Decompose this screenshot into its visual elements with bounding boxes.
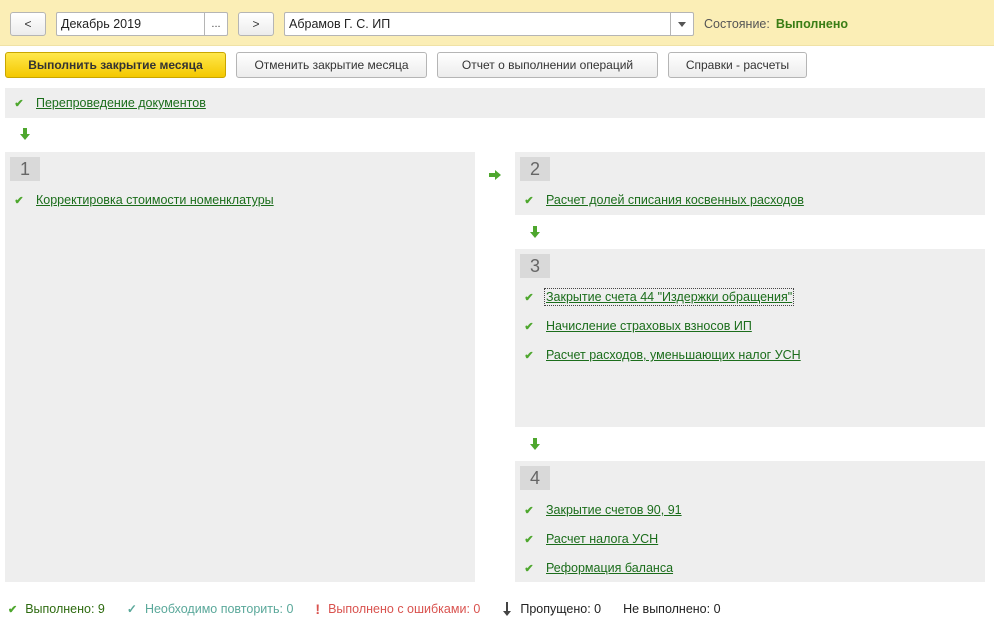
summary-skipped: Пропущено: 0 bbox=[502, 602, 601, 616]
arrow-down-icon bbox=[503, 602, 512, 616]
insurance-contributions-link[interactable]: Начисление страховых взносов ИП bbox=[546, 319, 752, 333]
exclamation-icon: ! bbox=[315, 601, 321, 617]
state-indicator: Состояние: Выполнено bbox=[704, 12, 848, 36]
green-arrow-right-icon bbox=[489, 170, 501, 180]
chevron-down-icon bbox=[678, 21, 686, 27]
check-icon: ✔ bbox=[14, 97, 24, 110]
stage-1-panel bbox=[5, 152, 475, 582]
reposting-documents-link[interactable]: Перепроведение документов bbox=[36, 96, 206, 110]
period-field[interactable]: Декабрь 2019 ... bbox=[56, 12, 228, 36]
close-accounts-90-91-link[interactable]: Закрытие счетов 90, 91 bbox=[546, 503, 682, 517]
state-label: Состояние: bbox=[704, 17, 770, 31]
operation-row: ✔ Расчет расходов, уменьшающих налог УСН bbox=[522, 347, 801, 363]
green-arrow-down-icon bbox=[530, 226, 540, 238]
stage-2-number: 2 bbox=[520, 157, 550, 181]
summary-not-done: Не выполнено: 0 bbox=[623, 602, 720, 616]
stage-1-number: 1 bbox=[10, 157, 40, 181]
operation-row: ✔ Закрытие счета 44 "Издержки обращения" bbox=[522, 288, 795, 306]
check-outline-icon: ✓ bbox=[126, 602, 137, 616]
summary-repeat: ✓ Необходимо повторить: 0 bbox=[127, 602, 294, 616]
organization-value: Абрамов Г. С. ИП bbox=[289, 17, 391, 31]
check-icon: ✔ bbox=[524, 194, 534, 207]
summary-done-label: Выполнено: 9 bbox=[25, 602, 105, 616]
stage-4-number: 4 bbox=[520, 466, 550, 490]
pre-step-row: ✔ Перепроведение документов bbox=[12, 95, 206, 111]
check-icon: ✔ bbox=[524, 320, 534, 333]
operation-row: ✔ Расчет долей списания косвенных расход… bbox=[522, 192, 804, 208]
stage-3-number: 3 bbox=[520, 254, 550, 278]
summary-errors: ! Выполнено с ошибками: 0 bbox=[315, 601, 480, 617]
operation-row: ✔ Закрытие счетов 90, 91 bbox=[522, 502, 682, 518]
stage-3-panel bbox=[515, 249, 985, 427]
green-arrow-down-icon bbox=[530, 438, 540, 450]
summary-repeat-label: Необходимо повторить: 0 bbox=[144, 602, 294, 616]
balance-reformation-link[interactable]: Реформация баланса bbox=[546, 561, 673, 575]
organization-dropdown-button[interactable] bbox=[670, 13, 693, 35]
operation-row: ✔ Реформация баланса bbox=[522, 560, 673, 576]
check-icon: ✔ bbox=[524, 533, 534, 546]
operation-row: ✔ Корректировка стоимости номенклатуры bbox=[12, 192, 274, 208]
reference-calculations-button[interactable]: Справки - расчеты bbox=[668, 52, 807, 78]
check-icon: ✔ bbox=[524, 504, 534, 517]
cancel-month-close-button[interactable]: Отменить закрытие месяца bbox=[236, 52, 427, 78]
indirect-costs-share-link[interactable]: Расчет долей списания косвенных расходов bbox=[546, 193, 804, 207]
organization-field[interactable]: Абрамов Г. С. ИП bbox=[284, 12, 694, 36]
state-value: Выполнено bbox=[775, 17, 849, 31]
check-icon: ✔ bbox=[8, 603, 18, 616]
usn-tax-calculation-link[interactable]: Расчет налога УСН bbox=[546, 532, 658, 546]
close-account-44-link[interactable]: Закрытие счета 44 "Издержки обращения" bbox=[543, 288, 795, 306]
summary-not-done-label: Не выполнено: 0 bbox=[623, 602, 721, 616]
operation-row: ✔ Расчет налога УСН bbox=[522, 531, 658, 547]
summary-bar: ✔ Выполнено: 9 ✓ Необходимо повторить: 0… bbox=[0, 594, 994, 624]
summary-skipped-label: Пропущено: 0 bbox=[520, 602, 602, 616]
check-icon: ✔ bbox=[14, 194, 24, 207]
check-icon: ✔ bbox=[524, 291, 534, 304]
green-arrow-down-icon bbox=[20, 128, 30, 140]
nomenclature-cost-adjustment-link[interactable]: Корректировка стоимости номенклатуры bbox=[36, 193, 274, 207]
usn-tax-reducing-expenses-link[interactable]: Расчет расходов, уменьшающих налог УСН bbox=[546, 348, 801, 362]
summary-done: ✔ Выполнено: 9 bbox=[8, 602, 105, 616]
check-icon: ✔ bbox=[524, 349, 534, 362]
period-value: Декабрь 2019 bbox=[61, 17, 142, 31]
next-period-button[interactable]: > bbox=[238, 12, 274, 36]
operations-report-button[interactable]: Отчет о выполнении операций bbox=[437, 52, 658, 78]
check-icon: ✔ bbox=[524, 562, 534, 575]
period-select-button[interactable]: ... bbox=[204, 13, 227, 35]
operation-row: ✔ Начисление страховых взносов ИП bbox=[522, 318, 752, 334]
run-month-close-button[interactable]: Выполнить закрытие месяца bbox=[5, 52, 226, 78]
prev-period-button[interactable]: < bbox=[10, 12, 46, 36]
summary-errors-label: Выполнено с ошибками: 0 bbox=[328, 602, 481, 616]
